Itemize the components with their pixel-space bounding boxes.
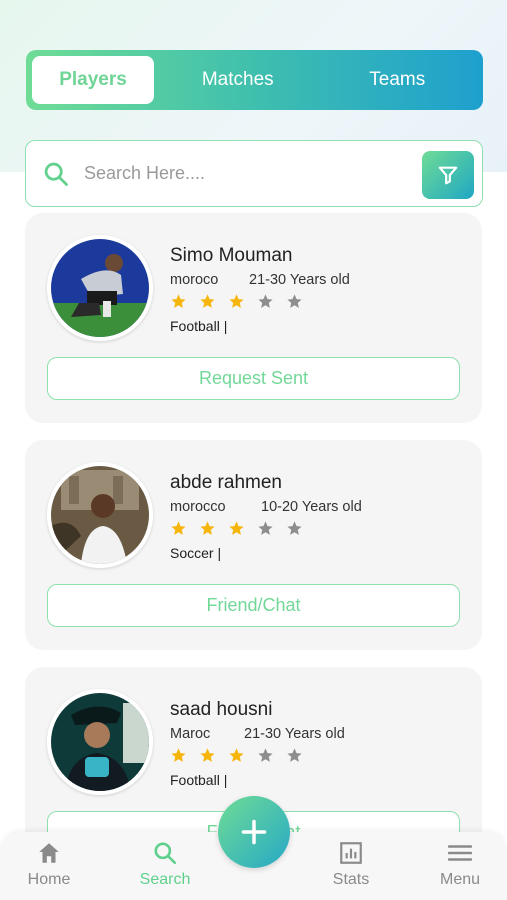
player-card: abde rahmen morocco 10-20 Years old Socc… bbox=[25, 440, 482, 650]
star-filled-icon bbox=[200, 521, 215, 535]
nav-stats[interactable]: Stats bbox=[311, 840, 391, 889]
avatar[interactable] bbox=[47, 235, 153, 341]
plus-icon bbox=[241, 819, 267, 845]
player-country: morocco bbox=[170, 499, 226, 515]
avatar[interactable] bbox=[47, 689, 153, 795]
stats-icon bbox=[340, 842, 362, 864]
star-empty-icon bbox=[258, 748, 273, 762]
player-name: saad housni bbox=[170, 699, 273, 720]
star-filled-icon bbox=[171, 294, 186, 308]
nav-menu[interactable]: Menu bbox=[420, 840, 500, 889]
tab-players[interactable]: Players bbox=[32, 56, 154, 104]
nav-search-label: Search bbox=[139, 871, 191, 888]
player-sport: Football | bbox=[170, 318, 228, 334]
nav-home[interactable]: Home bbox=[9, 840, 89, 889]
friend-chat-button[interactable]: Friend/Chat bbox=[47, 584, 460, 627]
star-empty-icon bbox=[287, 521, 302, 535]
player-age: 10-20 Years old bbox=[261, 499, 362, 515]
player-name: Simo Mouman bbox=[170, 245, 293, 266]
star-filled-icon bbox=[229, 521, 244, 535]
star-filled-icon bbox=[200, 748, 215, 762]
player-sport: Football | bbox=[170, 772, 228, 788]
segment-tabs: Players Matches Teams bbox=[26, 50, 483, 110]
star-empty-icon bbox=[258, 521, 273, 535]
search-bar bbox=[25, 140, 483, 207]
menu-icon bbox=[447, 845, 473, 861]
rating-stars bbox=[170, 747, 303, 764]
add-button[interactable] bbox=[218, 796, 290, 868]
star-empty-icon bbox=[287, 294, 302, 308]
star-empty-icon bbox=[287, 748, 302, 762]
star-filled-icon bbox=[229, 748, 244, 762]
filter-button[interactable] bbox=[422, 151, 474, 199]
home-icon bbox=[39, 843, 59, 863]
star-filled-icon bbox=[200, 294, 215, 308]
player-age: 21-30 Years old bbox=[244, 726, 345, 742]
search-icon bbox=[44, 162, 68, 186]
player-card: Simo Mouman moroco 21-30 Years old Footb… bbox=[25, 213, 482, 423]
star-filled-icon bbox=[171, 521, 186, 535]
tab-teams[interactable]: Teams bbox=[318, 56, 478, 104]
star-filled-icon bbox=[229, 294, 244, 308]
player-age: 21-30 Years old bbox=[249, 272, 350, 288]
player-sport: Soccer | bbox=[170, 545, 222, 561]
star-filled-icon bbox=[171, 748, 186, 762]
nav-search[interactable]: Search bbox=[125, 840, 205, 889]
rating-stars bbox=[170, 520, 303, 537]
nav-stats-label: Stats bbox=[332, 871, 370, 888]
player-country: Maroc bbox=[170, 726, 211, 742]
avatar[interactable] bbox=[47, 462, 153, 568]
nav-menu-label: Menu bbox=[439, 871, 481, 888]
rating-stars bbox=[170, 293, 303, 310]
nav-home-label: Home bbox=[27, 871, 71, 888]
player-country: moroco bbox=[170, 272, 219, 288]
star-empty-icon bbox=[258, 294, 273, 308]
player-name: abde rahmen bbox=[170, 472, 282, 493]
filter-icon bbox=[438, 166, 458, 185]
search-icon bbox=[154, 842, 177, 865]
request-sent-button[interactable]: Request Sent bbox=[47, 357, 460, 400]
tab-matches[interactable]: Matches bbox=[158, 56, 318, 104]
